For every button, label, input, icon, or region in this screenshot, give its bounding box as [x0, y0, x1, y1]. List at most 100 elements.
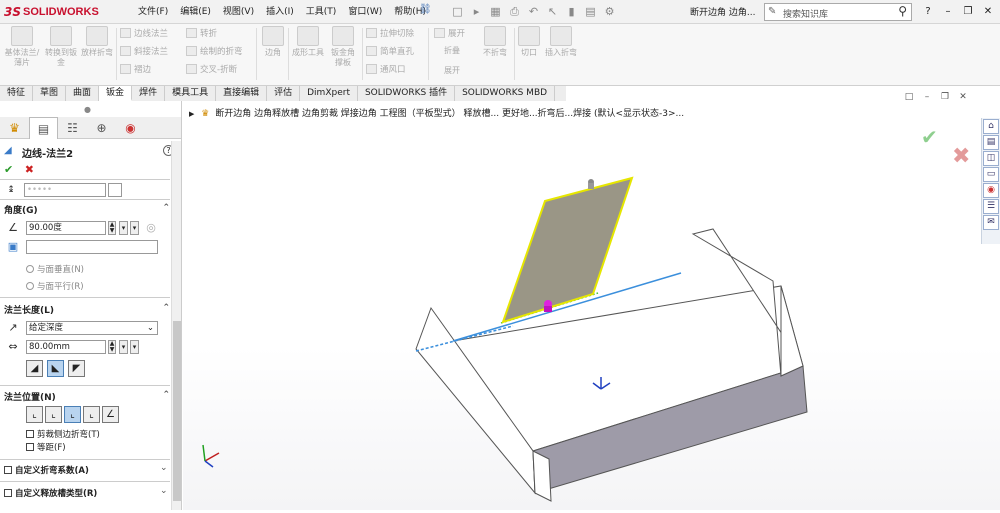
vent-button[interactable]: 通风口 [366, 64, 406, 77]
custom-properties-icon[interactable]: ☰ [983, 199, 999, 214]
angle-input[interactable]: 90.00度 [26, 221, 106, 235]
collapse-chevron-icon[interactable]: ⌃ [162, 303, 170, 313]
convert-to-sheet-metal-button[interactable]: 转换到钣金 [44, 26, 78, 68]
tab-addins[interactable]: SOLIDWORKS 插件 [358, 86, 456, 101]
model-view[interactable] [183, 101, 1000, 510]
radius-unit[interactable] [108, 183, 122, 197]
solidworks-logo[interactable]: 3S SOLIDWORKS [4, 3, 116, 21]
menu-edit[interactable]: 编辑(E) [174, 4, 217, 20]
viewport-restore-icon[interactable]: ❐ [936, 92, 954, 102]
file-props-icon[interactable]: ▤ [581, 4, 600, 20]
trim-side-bends-checkbox[interactable]: 剪裁侧边折弯(T) [26, 428, 100, 440]
select-icon[interactable]: ↖ [543, 4, 562, 20]
print-icon[interactable]: ⎙ [505, 4, 524, 20]
menu-insert[interactable]: 插入(I) [260, 4, 300, 20]
save-icon[interactable]: ▦ [486, 4, 505, 20]
custom-relief-type-checkbox[interactable]: 自定义释放槽类型(R) [4, 487, 97, 499]
tab-surfaces[interactable]: 曲面 [66, 86, 100, 101]
breadcrumb-expand-icon[interactable]: ▶ [189, 110, 194, 118]
menu-tools[interactable]: 工具(T) [300, 4, 343, 20]
unfold-button[interactable]: 展开 [434, 66, 470, 76]
viewport-expand-icon[interactable]: □ [900, 92, 918, 102]
simple-hole-button[interactable]: 简单直孔 [366, 46, 414, 59]
tab-mold-tools[interactable]: 模具工具 [165, 86, 217, 101]
file-explorer-icon[interactable]: ▭ [983, 167, 999, 182]
panel-grip-icon[interactable]: ● [84, 105, 91, 114]
lock-icon[interactable]: ◎ [144, 221, 158, 235]
confirm-corner-cancel-icon[interactable]: ✖ [952, 144, 970, 169]
expand-chevron-icon[interactable]: ⌄ [160, 486, 168, 496]
minimize-icon[interactable]: – [938, 4, 958, 20]
offset-checkbox[interactable]: 等距(F) [26, 441, 66, 453]
configuration-manager-tab-icon[interactable]: ☷ [58, 117, 87, 139]
material-inside-button[interactable]: ⌞ [26, 406, 43, 423]
length-dropdown[interactable]: ▾ [119, 340, 128, 354]
tab-evaluate[interactable]: 评估 [267, 86, 301, 101]
radius-field[interactable]: ••••• [24, 183, 106, 197]
end-condition-select[interactable]: 给定深度 ⌄ [26, 321, 158, 335]
perpendicular-radio[interactable]: 与面垂直(N) [26, 263, 84, 275]
expand-chevron-icon[interactable]: ⌄ [160, 463, 168, 473]
tab-dimxpert[interactable]: DimXpert [300, 86, 358, 101]
angle-spinner[interactable]: ▲ ▼ [108, 221, 116, 235]
face-selection-box[interactable] [26, 240, 158, 254]
breadcrumb[interactable]: ▶ ♛ 断开边角 边角释放槽 边角剪裁 焊接边角 工程图（平板型式） 释放槽..… [189, 106, 684, 119]
inner-virtual-sharp-button[interactable]: ◣ [47, 360, 64, 377]
collapse-chevron-icon[interactable]: ⌃ [162, 390, 170, 400]
extruded-cut-button[interactable]: 拉伸切除 [366, 28, 414, 41]
length-input[interactable]: 80.00mm [26, 340, 106, 354]
close-icon[interactable]: ✕ [978, 4, 998, 20]
menu-file[interactable]: 文件(F) [132, 4, 174, 20]
virtual-sharp-button[interactable]: ⌞ [83, 406, 100, 423]
hem-button[interactable]: 褶边 [120, 64, 151, 77]
feature-manager-tab-icon[interactable]: ♛ [0, 117, 29, 139]
position-section-header[interactable]: 法兰位置(N) ⌃ [4, 390, 170, 404]
reverse-direction-icon[interactable]: ↗ [6, 321, 20, 335]
outer-virtual-sharp-button[interactable]: ◢ [26, 360, 43, 377]
search-input[interactable]: 搜索知识库 [783, 7, 828, 20]
options-gear-icon[interactable]: ⚙ [600, 4, 619, 20]
no-bends-button[interactable]: 不折弯 [478, 26, 512, 58]
tab-sketch[interactable]: 草图 [33, 86, 67, 101]
angle-section-header[interactable]: 角度(G) ⌃ [4, 203, 170, 217]
miter-flange-button[interactable]: 斜接法兰 [120, 46, 168, 59]
bend-outside-button[interactable]: ⌞ [64, 406, 81, 423]
unfold-small-button[interactable]: 展开 [434, 28, 465, 41]
cancel-x-icon[interactable]: ✖ [25, 163, 34, 176]
viewport-minimize-icon[interactable]: – [918, 92, 936, 102]
angle-dropdown[interactable]: ▾ [119, 221, 128, 235]
resources-icon[interactable]: ▤ [983, 135, 999, 150]
appearances-icon[interactable]: ◉ [983, 183, 999, 198]
jog-button[interactable]: 转折 [186, 28, 217, 41]
parallel-radio[interactable]: 与面平行(R) [26, 280, 84, 292]
tangent-bend-button[interactable]: ◤ [68, 360, 85, 377]
length-spinner[interactable]: ▲ ▼ [108, 340, 116, 354]
confirm-corner-ok-icon[interactable]: ✔ [921, 125, 938, 149]
flange-preview[interactable] [501, 176, 634, 324]
angle-menu[interactable]: ▾ [130, 221, 139, 235]
panel-scrollbar[interactable] [171, 141, 181, 510]
restore-icon[interactable]: ❐ [958, 4, 978, 20]
menu-view[interactable]: 视图(V) [217, 4, 260, 20]
base-flange-button[interactable]: 基体法兰/薄片 [4, 26, 40, 68]
length-section-header[interactable]: 法兰长度(L) ⌃ [4, 303, 170, 317]
search-icon[interactable]: ⚲ [898, 4, 907, 18]
graphics-viewport[interactable] [183, 101, 1000, 510]
home-icon[interactable]: ⌂ [983, 119, 999, 134]
design-library-icon[interactable]: ◫ [983, 151, 999, 166]
new-icon[interactable]: □ [448, 4, 467, 20]
corners-button[interactable]: 边角 [260, 26, 286, 58]
rip-button[interactable]: 切口 [518, 26, 540, 58]
tab-weldments[interactable]: 焊件 [132, 86, 166, 101]
open-icon[interactable]: ▸ [467, 4, 486, 20]
search-box[interactable]: ✎ 搜索知识库 ⚲ [764, 3, 912, 21]
cross-break-button[interactable]: 交叉-折断 [186, 64, 237, 77]
forum-icon[interactable]: ✉ [983, 215, 999, 230]
menu-window[interactable]: 窗口(W) [342, 4, 388, 20]
material-outside-button[interactable]: ⌞ [45, 406, 62, 423]
gusset-button[interactable]: 钣金角撑板 [328, 26, 358, 68]
custom-bend-allowance-checkbox[interactable]: 自定义折弯系数(A) [4, 464, 89, 476]
tab-mbd[interactable]: SOLIDWORKS MBD [455, 86, 556, 101]
property-manager-tab-icon[interactable]: ▤ [29, 117, 58, 139]
pin-icon[interactable]: ⛓ [419, 4, 432, 15]
